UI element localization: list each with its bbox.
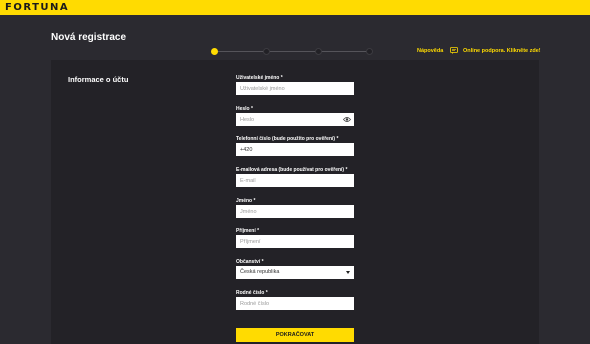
- phone-field: Telefonní číslo (bude použito pro ověřen…: [236, 135, 354, 156]
- chat-icon[interactable]: [450, 47, 458, 54]
- last-name-field: Příjmení *: [236, 227, 354, 248]
- online-support-link[interactable]: Online podpora. Klikněte zde!: [463, 48, 541, 54]
- email-label: E-mailová adresa (bude používat pro ověř…: [236, 167, 348, 173]
- email-input[interactable]: [236, 174, 354, 187]
- page-title: Nová registrace: [51, 32, 127, 43]
- citizenship-label: Občanství *: [236, 259, 264, 265]
- username-field: Uživatelské jméno *: [236, 74, 354, 95]
- birth-number-input[interactable]: [236, 297, 354, 310]
- caret-down-icon: [346, 271, 350, 274]
- birth-number-label: Rodné číslo *: [236, 290, 268, 296]
- birth-number-field: Rodné číslo *: [236, 289, 354, 310]
- phone-label: Telefonní číslo (bude použito pro ověřen…: [236, 136, 339, 142]
- email-field: E-mailová adresa (bude používat pro ověř…: [236, 166, 354, 187]
- step-4-dot: [366, 48, 373, 55]
- continue-button[interactable]: POKRAČOVAT: [236, 328, 354, 342]
- progress-steps: [211, 48, 373, 56]
- last-name-label: Příjmení *: [236, 228, 260, 234]
- citizenship-select[interactable]: Česká republika: [236, 266, 354, 279]
- top-bar: FORTUNA: [0, 0, 590, 15]
- first-name-label: Jméno *: [236, 198, 256, 204]
- citizenship-field: Občanství * Česká republika: [236, 258, 354, 279]
- username-input[interactable]: [236, 82, 354, 95]
- phone-input[interactable]: [236, 143, 354, 156]
- section-title: Informace o účtu: [68, 75, 129, 84]
- last-name-input[interactable]: [236, 235, 354, 248]
- password-field: Heslo *: [236, 105, 354, 126]
- registration-header: Nová registrace Nápověda Online podpora.…: [0, 15, 590, 57]
- steps-line: [215, 51, 369, 52]
- password-input[interactable]: [236, 113, 354, 126]
- eye-icon[interactable]: [343, 116, 351, 123]
- fortuna-logo[interactable]: FORTUNA: [5, 2, 69, 13]
- step-1-dot: [211, 48, 218, 55]
- registration-form-card: Informace o účtu Uživatelské jméno * Hes…: [51, 60, 539, 344]
- help-link[interactable]: Nápověda: [417, 48, 443, 54]
- first-name-field: Jméno *: [236, 197, 354, 218]
- password-label: Heslo *: [236, 106, 253, 112]
- username-label: Uživatelské jméno *: [236, 75, 283, 81]
- step-2-dot: [263, 48, 270, 55]
- password-wrapper: [236, 113, 354, 126]
- step-3-dot: [315, 48, 322, 55]
- citizenship-selected-value: Česká republika: [240, 269, 280, 275]
- first-name-input[interactable]: [236, 205, 354, 218]
